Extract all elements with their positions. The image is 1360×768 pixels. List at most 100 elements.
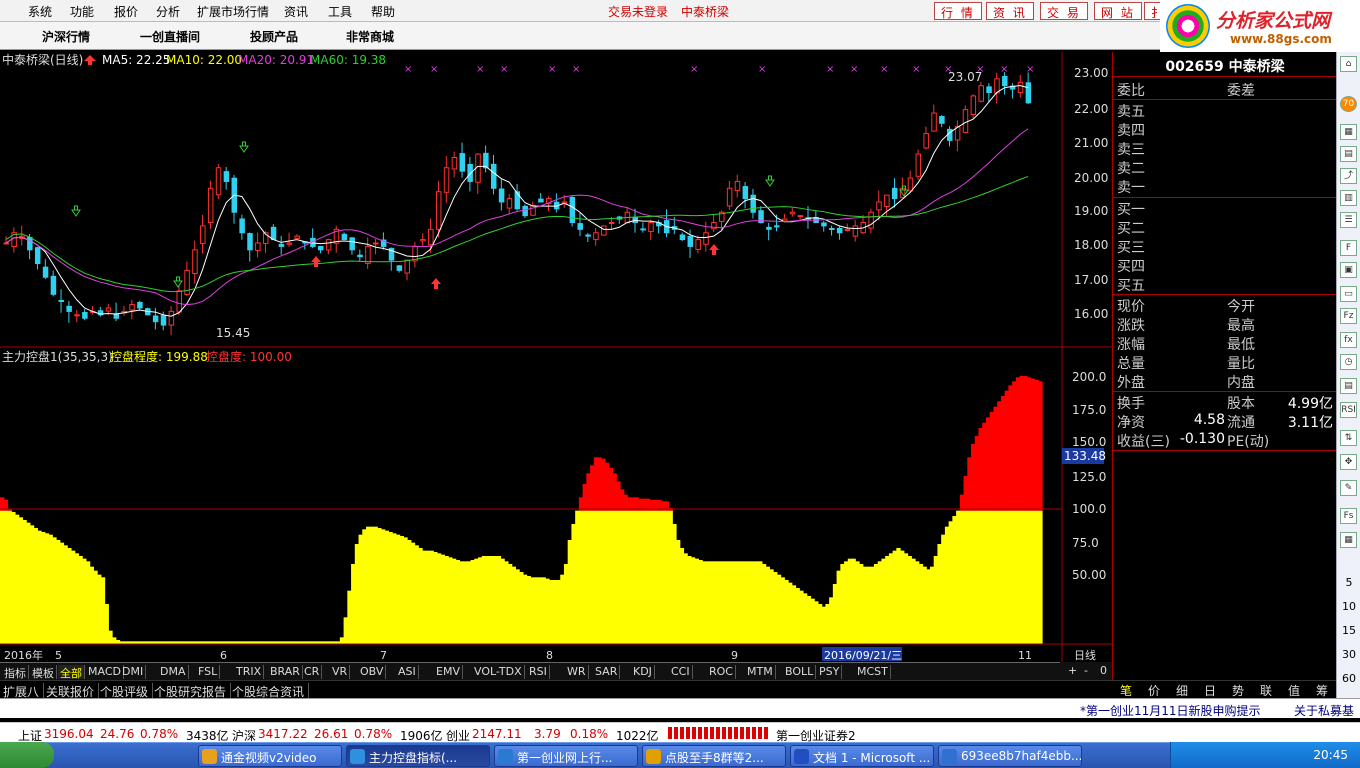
indicator-bar-low [795, 588, 800, 644]
indicator-bar-high [971, 444, 976, 511]
indicator-tab[interactable]: PSY [817, 665, 843, 679]
fx-icon[interactable]: fx [1340, 332, 1357, 348]
tab-advisory[interactable]: 投顾产品 [250, 28, 298, 45]
candle-body [569, 196, 576, 223]
logo-url: www.88gs.com [1230, 32, 1332, 46]
qtab-detail[interactable]: 细 [1176, 682, 1188, 699]
period-5[interactable]: 5 [1339, 576, 1359, 589]
grid-icon[interactable]: ▦ [1340, 124, 1357, 140]
pencil-icon[interactable]: ✎ [1340, 480, 1357, 496]
website-button[interactable]: 网 站 [1094, 2, 1142, 20]
zoom-out-button[interactable]: - [1084, 664, 1088, 677]
swap-icon[interactable]: ⇅ [1340, 430, 1357, 446]
menu-analysis[interactable]: 分析 [156, 3, 180, 20]
indicator-tab[interactable]: VOL-TDX [472, 665, 525, 679]
indicator-tab[interactable]: CCI [669, 665, 693, 679]
indicator-tab[interactable]: TRIX [234, 665, 265, 679]
tool-icon-1[interactable]: ⌂ [1340, 56, 1357, 72]
indicator-tab[interactable]: 全部 [58, 665, 85, 680]
taskbar-item[interactable]: 主力控盘指标(... [346, 745, 490, 767]
qtab-price[interactable]: 价 [1148, 682, 1160, 699]
clock-icon[interactable]: ◷ [1340, 354, 1357, 370]
zoom-in-button[interactable]: + [1068, 664, 1077, 677]
menu-ext-market[interactable]: 扩展市场行情 [197, 3, 269, 20]
indicator-tab[interactable]: VR [330, 665, 351, 679]
list-icon[interactable]: ☰ [1340, 212, 1357, 228]
taskbar-item[interactable]: 第一创业网上行... [494, 745, 638, 767]
tab-market[interactable]: 沪深行情 [42, 28, 90, 45]
indicator-tab[interactable]: ROC [707, 665, 736, 679]
indicator-tab[interactable]: KDJ [631, 665, 655, 679]
period-60[interactable]: 60 [1339, 672, 1359, 685]
stock-chart[interactable]: × × × × × × × × × × × × × × × × 23.00 22.00 21.00 20.00… [0, 52, 1112, 662]
period-30[interactable]: 30 [1339, 648, 1359, 661]
indicator-bar-low [784, 580, 789, 644]
fs-icon[interactable]: Fs [1340, 508, 1357, 524]
table-icon[interactable]: ▣ [1340, 262, 1357, 278]
indicator-tab[interactable]: FSL [196, 665, 221, 679]
news-item[interactable]: 关于私募基 [1294, 702, 1354, 719]
indicator-tab[interactable]: CR [302, 665, 323, 679]
note-icon[interactable]: ▤ [1340, 378, 1357, 394]
qtab-trade[interactable]: 笔 [1120, 682, 1132, 699]
qtab-value[interactable]: 值 [1288, 682, 1300, 699]
indicator-bar-low [858, 564, 864, 644]
tab-mall[interactable]: 非常商城 [346, 28, 394, 45]
indicator-tab[interactable]: SAR [593, 665, 621, 679]
menu-help[interactable]: 帮助 [371, 3, 395, 20]
indicator-bar-high [605, 462, 610, 511]
indicator-bar-low [605, 510, 610, 644]
zoom-reset-button[interactable]: 0 [1100, 664, 1107, 677]
move-icon[interactable]: ✥ [1340, 454, 1357, 470]
start-button[interactable] [0, 742, 54, 768]
menu-quote[interactable]: 报价 [114, 3, 138, 20]
taskbar-item[interactable]: 文档 1 - Microsoft ... [790, 745, 934, 767]
formula-icon[interactable]: Fz [1340, 308, 1357, 324]
indicator-tab[interactable]: MACD [86, 665, 124, 679]
q-high: 最高 [1227, 318, 1255, 334]
indicator-tab[interactable]: RSI [527, 665, 550, 679]
indicator-tab[interactable]: DMA [158, 665, 189, 679]
indicator-tab[interactable]: WR [565, 665, 589, 679]
taskbar-item[interactable]: 通金视频v2video [198, 745, 342, 767]
news-button[interactable]: 资 讯 [986, 2, 1034, 20]
indicator-tab[interactable]: 指标 [2, 665, 29, 680]
menu-news[interactable]: 资讯 [284, 3, 308, 20]
trade-button[interactable]: 交 易 [1040, 2, 1088, 20]
trend-icon[interactable]: ⤴ [1340, 168, 1357, 184]
qtab-day[interactable]: 日 [1204, 682, 1216, 699]
indicator-bar-low [590, 510, 595, 644]
indicator-tab[interactable]: OBV [358, 665, 387, 679]
calc-icon[interactable]: ▦ [1340, 532, 1357, 548]
tab-live[interactable]: 一创直播间 [140, 28, 200, 45]
indicator-tab[interactable]: BOLL [783, 665, 817, 679]
menu-tools[interactable]: 工具 [328, 3, 352, 20]
indicator-tab[interactable]: ASI [396, 665, 419, 679]
stock-title: 002659 中泰桥梁 [1165, 59, 1285, 75]
file-icon[interactable]: F [1340, 240, 1357, 256]
qtab-trend[interactable]: 势 [1232, 682, 1244, 699]
score-badge[interactable]: 70 [1340, 96, 1357, 112]
menu-function[interactable]: 功能 [70, 3, 94, 20]
period-15[interactable]: 15 [1339, 624, 1359, 637]
menu-system[interactable]: 系统 [28, 3, 52, 20]
indicator-tab[interactable]: MTM [745, 665, 776, 679]
indicator-tab[interactable]: EMV [434, 665, 463, 679]
indicator-tab[interactable]: MCST [855, 665, 891, 679]
taskbar-item[interactable]: 点股至手8群等2... [642, 745, 786, 767]
kline-icon[interactable]: ▥ [1340, 190, 1357, 206]
taskbar-item[interactable]: 693ee8b7haf4ebb... [938, 745, 1082, 767]
quote-button[interactable]: 行 情 [934, 2, 982, 20]
candle-body [459, 153, 466, 172]
rsi-icon[interactable]: RSI [1340, 402, 1357, 418]
qtab-link[interactable]: 联 [1260, 682, 1272, 699]
indicator-tab[interactable]: DMI [120, 665, 147, 679]
qtab-chips[interactable]: 筹 [1316, 682, 1328, 699]
doc-icon[interactable]: ▭ [1340, 286, 1357, 302]
indicator-bar-low [433, 552, 438, 644]
line-chart-icon[interactable]: ▤ [1340, 146, 1357, 162]
indicator-tab[interactable]: 模板 [30, 665, 57, 680]
period-10[interactable]: 10 [1339, 600, 1359, 613]
news-item[interactable]: *第一创业11月11日新股申购提示 [1080, 702, 1261, 719]
indicator-tab[interactable]: BRAR [268, 665, 303, 679]
